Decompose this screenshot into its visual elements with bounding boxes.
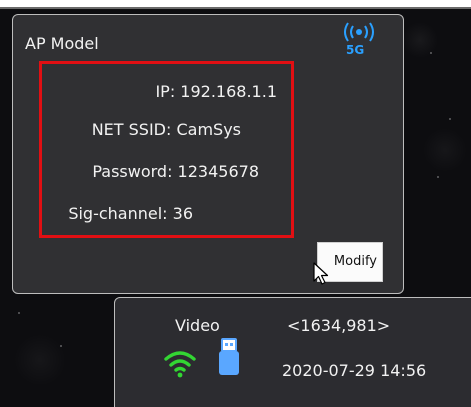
background-speck: [430, 52, 432, 54]
ip-address: IP: 192.168.1.1: [155, 82, 277, 101]
usb-drive-icon: [219, 338, 239, 375]
panel-title: AP Model: [25, 34, 99, 53]
mouse-pointer-icon: [313, 262, 329, 285]
background-speck: [60, 345, 62, 347]
top-divider: [0, 7, 471, 9]
coordinate-readout: <1634,981>: [287, 316, 391, 335]
status-panel: Video <1634,981> 2020-07-29 14:56: [114, 297, 471, 407]
wireless-broadcast-icon: [344, 22, 374, 42]
wifi-icon: [164, 351, 196, 378]
signal-channel: Sig-channel: 36: [68, 204, 193, 223]
ap-settings-panel: AP Model 5G IP: 192.168.1.1 NET SSID: Ca…: [12, 14, 404, 294]
background-speck: [449, 118, 451, 120]
band-label: 5G: [346, 43, 365, 57]
camera-screen: AP Model 5G IP: 192.168.1.1 NET SSID: Ca…: [0, 0, 471, 407]
background-speck: [18, 312, 20, 314]
background-speck: [437, 176, 439, 178]
network-password: Password: 12345678: [92, 162, 259, 181]
recording-mode: Video: [175, 316, 220, 335]
network-ssid: NET SSID: CamSys: [91, 120, 241, 139]
date-time: 2020-07-29 14:56: [282, 361, 427, 380]
